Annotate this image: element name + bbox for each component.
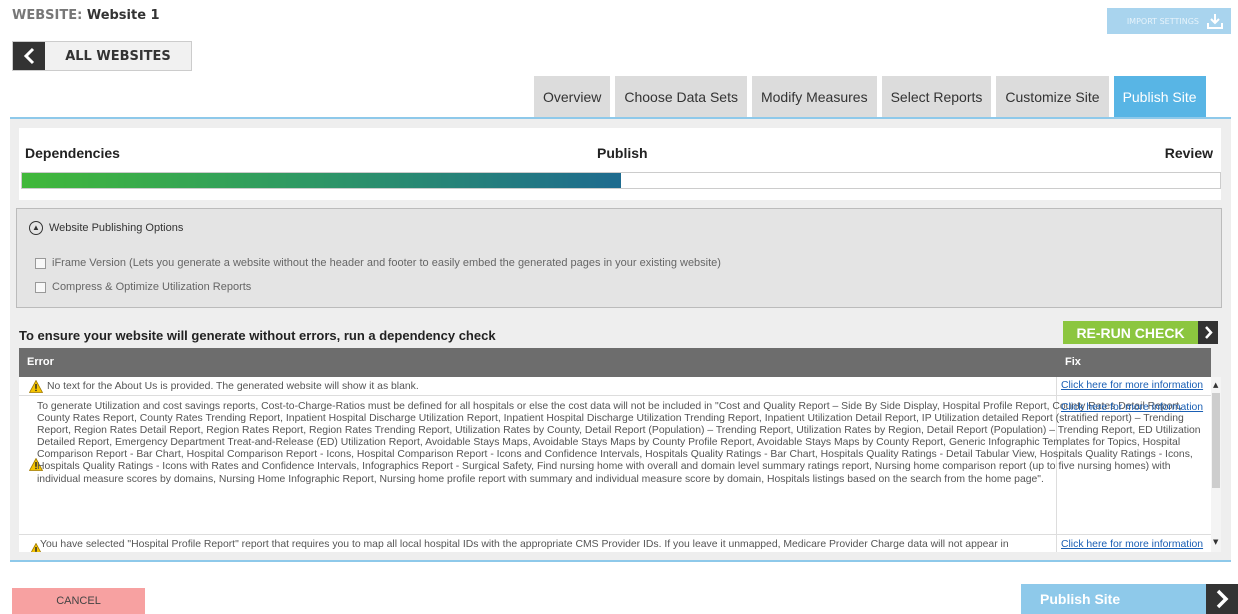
table-row: To generate Utilization and cost savings…	[19, 396, 1211, 535]
tab-publish-site[interactable]: Publish Site	[1113, 76, 1206, 117]
compress-option[interactable]: Compress & Optimize Utilization Reports	[35, 281, 251, 293]
column-error: Error	[27, 356, 54, 368]
fix-link[interactable]: Click here for more information	[1061, 539, 1211, 550]
tab-overview[interactable]: Overview	[534, 76, 611, 117]
tab-choose-data-sets[interactable]: Choose Data Sets	[615, 76, 747, 117]
chevron-right-icon	[1206, 584, 1238, 614]
step-review: Review	[1164, 145, 1213, 161]
step-publish: Publish	[597, 145, 648, 161]
step-dependencies: Dependencies	[25, 145, 120, 161]
publishing-options-title: Website Publishing Options	[49, 222, 184, 234]
all-websites-button[interactable]: ALL WEBSITES	[12, 41, 192, 71]
scroll-up-icon[interactable]: ▲	[1213, 381, 1218, 389]
progress-fill	[22, 173, 621, 188]
cancel-button[interactable]: CANCEL	[12, 588, 145, 614]
import-settings-label: IMPORT SETTINGS	[1126, 16, 1199, 26]
table-row: No text for the About Us is provided. Th…	[19, 377, 1211, 396]
tab-modify-measures[interactable]: Modify Measures	[751, 76, 877, 117]
publish-panel: Dependencies Publish Review ▲ Website Pu…	[10, 119, 1231, 562]
iframe-checkbox[interactable]	[35, 257, 46, 269]
rerun-check-button[interactable]: RE-RUN CHECK	[1063, 321, 1218, 344]
tab-customize-site[interactable]: Customize Site	[996, 76, 1109, 117]
table-scrollbar[interactable]: ▲ ▼	[1211, 377, 1221, 552]
error-text: To generate Utilization and cost savings…	[37, 401, 1201, 485]
scroll-thumb[interactable]	[1212, 393, 1220, 488]
progress-card: Dependencies Publish Review	[19, 128, 1221, 200]
error-text: No text for the About Us is provided. Th…	[47, 381, 419, 392]
download-icon	[1207, 14, 1223, 29]
warning-icon	[29, 380, 43, 393]
tab-select-reports[interactable]: Select Reports	[881, 76, 992, 117]
wizard-tabs: Overview Choose Data Sets Modify Measure…	[534, 76, 1206, 117]
scroll-down-icon[interactable]: ▼	[1213, 538, 1218, 546]
chevron-right-icon	[1198, 321, 1218, 344]
dependency-check-title: To ensure your website will generate wit…	[19, 328, 496, 343]
publish-site-button[interactable]: Publish Site	[1021, 584, 1238, 614]
compress-checkbox[interactable]	[35, 281, 46, 293]
table-row: You have selected "Hospital Profile Repo…	[19, 535, 1211, 552]
fix-link[interactable]: Click here for more information	[1061, 380, 1211, 391]
website-name: Website 1	[86, 8, 160, 23]
fix-link[interactable]: Click here for more information	[1061, 402, 1211, 413]
dependency-table: No text for the About Us is provided. Th…	[19, 377, 1211, 552]
publishing-options-header[interactable]: ▲ Website Publishing Options	[29, 221, 183, 235]
column-fix: Fix	[1065, 356, 1081, 368]
publish-site-label: Publish Site	[1021, 584, 1206, 614]
website-label: WEBSITE:	[12, 8, 83, 23]
compress-label: Compress & Optimize Utilization Reports	[52, 281, 252, 293]
rerun-check-label: RE-RUN CHECK	[1063, 321, 1198, 344]
collapse-icon[interactable]: ▲	[29, 221, 43, 235]
iframe-label: iFrame Version (Lets you generate a webs…	[52, 257, 721, 269]
chevron-left-icon	[13, 42, 45, 70]
error-text: You have selected "Hospital Profile Repo…	[40, 539, 1009, 550]
progress-bar	[21, 172, 1221, 189]
import-settings-button[interactable]: IMPORT SETTINGS	[1107, 8, 1231, 34]
iframe-option[interactable]: iFrame Version (Lets you generate a webs…	[35, 257, 721, 269]
website-title: WEBSITE: Website 1	[12, 8, 160, 23]
dependency-table-header: Error Fix	[19, 348, 1211, 377]
all-websites-label: ALL WEBSITES	[65, 48, 171, 64]
publishing-options: ▲ Website Publishing Options iFrame Vers…	[16, 208, 1222, 308]
